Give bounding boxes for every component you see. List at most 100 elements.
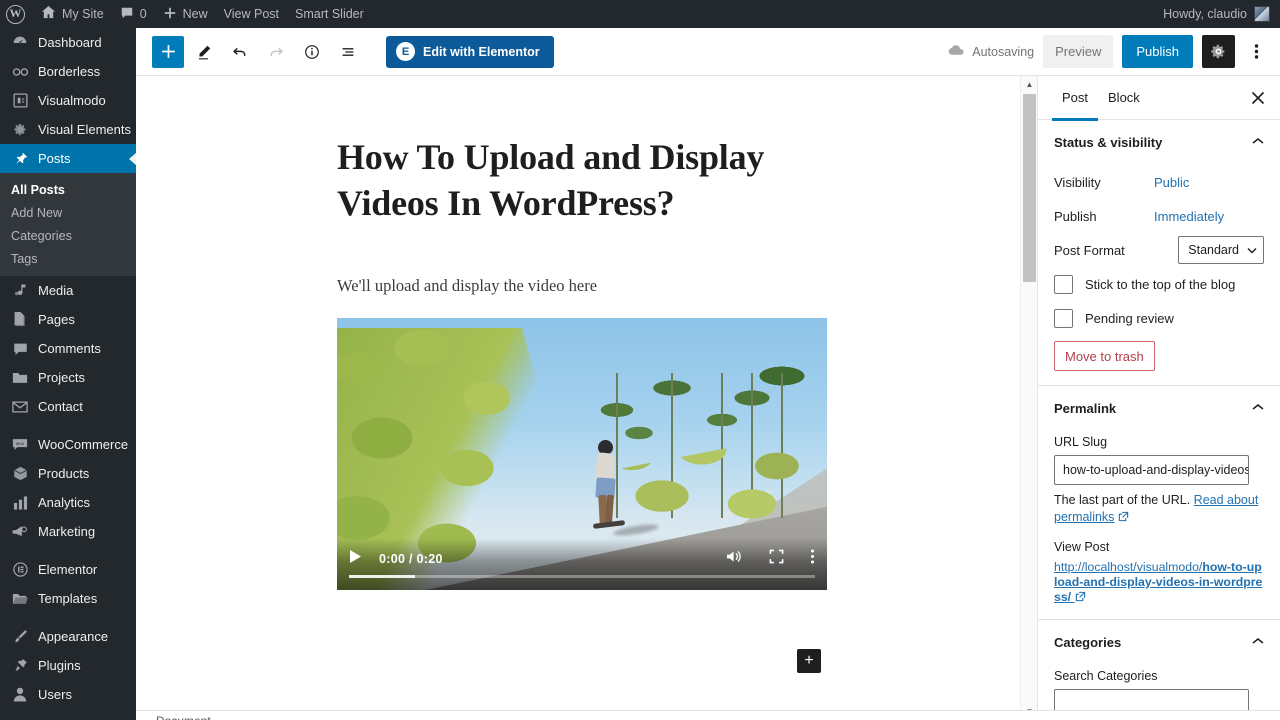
sidebar-item-label: Marketing <box>38 524 96 539</box>
sidebar-item-label: Visualmodo <box>38 93 106 108</box>
sidebar-item-appearance[interactable]: Appearance <box>0 622 136 651</box>
inserter-add-block-button[interactable]: + <box>797 649 821 673</box>
chevron-up-icon[interactable] <box>1252 403 1264 414</box>
publish-button[interactable]: Publish <box>1122 35 1193 68</box>
tab-post[interactable]: Post <box>1052 76 1099 121</box>
submenu-item-all-posts[interactable]: All Posts <box>0 178 136 201</box>
video-progress-track[interactable] <box>349 575 815 578</box>
edit-with-elementor-button[interactable]: E Edit with Elementor <box>386 35 554 68</box>
status-visibility-title: Status & visibility <box>1054 135 1163 150</box>
move-to-trash-button[interactable]: Move to trash <box>1054 341 1155 371</box>
canvas-scroll-thumb[interactable] <box>1023 94 1036 282</box>
sidebar-item-users[interactable]: Users <box>0 680 136 709</box>
sidebar-item-label: Dashboard <box>38 35 102 50</box>
account-menu[interactable]: Howdy, claudio <box>1163 6 1280 22</box>
sidebar-item-woocommerce[interactable]: woo WooCommerce <box>0 430 136 459</box>
sidebar-item-pages[interactable]: Pages <box>0 305 136 334</box>
sidebar-tabs: Post Block <box>1038 76 1280 121</box>
status-visibility-header[interactable]: Status & visibility <box>1054 120 1264 165</box>
sidebar-item-label: Products <box>38 466 90 481</box>
editor-canvas[interactable]: How To Upload and Display Videos In Word… <box>136 76 1037 720</box>
dashboard-icon <box>11 34 29 52</box>
menu-separator <box>0 421 136 430</box>
preview-button[interactable]: Preview <box>1043 35 1114 68</box>
chevron-up-icon[interactable] <box>1252 137 1264 148</box>
sidebar-item-products[interactable]: Products <box>0 459 136 488</box>
submenu-item-categories[interactable]: Categories <box>0 224 136 247</box>
visibility-label: Visibility <box>1054 174 1101 190</box>
sidebar-item-templates[interactable]: Templates <box>0 584 136 613</box>
sidebar-item-media[interactable]: Media <box>0 276 136 305</box>
sidebar-item-elementor[interactable]: Elementor <box>0 555 136 584</box>
admin-sidebar-menu[interactable]: Dashboard Borderless Visualmodo Visual Elem… <box>0 28 136 720</box>
sidebar-item-analytics[interactable]: Analytics <box>0 488 136 517</box>
new-content-menu[interactable]: New <box>155 0 216 28</box>
elementor-icon <box>11 561 29 579</box>
sidebar-item-visualmodo[interactable]: Visualmodo <box>0 86 136 115</box>
pages-icon <box>11 311 29 329</box>
tools-pencil-button[interactable] <box>188 36 220 68</box>
list-view-button[interactable] <box>332 36 364 68</box>
permalink-header[interactable]: Permalink <box>1054 386 1264 431</box>
status-visibility-section: Status & visibility Visibility Public Pu… <box>1038 120 1280 386</box>
post-paragraph[interactable]: We'll upload and display the video here <box>337 276 1037 296</box>
sidebar-item-label: WooCommerce <box>38 437 129 452</box>
toolbar-right-group: Autosaving Preview Publish <box>948 35 1268 68</box>
menu-separator <box>0 613 136 622</box>
view-post-url-link[interactable]: http://localhost/visualmodo/how-to-uploa… <box>1054 560 1264 605</box>
add-block-button[interactable] <box>152 35 184 68</box>
sidebar-item-borderless[interactable]: Borderless <box>0 57 136 86</box>
scroll-up-arrow-icon[interactable]: ▲ <box>1021 76 1038 93</box>
info-circle-button[interactable] <box>296 36 328 68</box>
fullscreen-icon[interactable] <box>769 549 784 569</box>
undo-button[interactable] <box>224 36 256 68</box>
sidebar-item-projects[interactable]: Projects <box>0 363 136 392</box>
categories-title: Categories <box>1054 635 1122 650</box>
wordpress-logo-menu[interactable] <box>0 0 33 28</box>
tab-block[interactable]: Block <box>1098 76 1150 120</box>
video-more-icon[interactable] <box>810 548 815 570</box>
sidebar-item-contact[interactable]: Contact <box>0 392 136 421</box>
publish-value-button[interactable]: Immediately <box>1154 209 1224 224</box>
visibility-value-button[interactable]: Public <box>1154 175 1189 190</box>
play-icon[interactable] <box>349 549 363 569</box>
sidebar-item-marketing[interactable]: Marketing <box>0 517 136 546</box>
smart-slider-menu[interactable]: Smart Slider <box>287 0 372 28</box>
sidebar-item-label: Appearance <box>38 629 109 644</box>
pending-review-checkbox-row[interactable]: Pending review <box>1054 301 1264 335</box>
breadcrumb[interactable]: Document <box>156 711 1280 720</box>
more-options-button[interactable] <box>1244 35 1268 68</box>
sidebar-item-plugins[interactable]: Plugins <box>0 651 136 680</box>
elementor-icon: E <box>396 42 415 61</box>
sidebar-item-comments[interactable]: Comments <box>0 334 136 363</box>
sidebar-item-label: Media <box>38 283 74 298</box>
comments-menu[interactable]: 0 <box>112 0 155 28</box>
chevron-up-icon[interactable] <box>1252 637 1264 648</box>
sidebar-item-posts[interactable]: Posts <box>0 144 136 173</box>
url-slug-input[interactable]: how-to-upload-and-display-videos-in-word… <box>1054 455 1249 485</box>
pin-icon <box>11 150 29 168</box>
visibility-row: Visibility Public <box>1054 165 1264 199</box>
video-controls-row: 0:00 / 0:20 <box>349 548 815 570</box>
submenu-item-add-new[interactable]: Add New <box>0 201 136 224</box>
sidebar-item-visual-elements[interactable]: Visual Elements <box>0 115 136 144</box>
new-label: New <box>182 7 208 21</box>
sidebar-item-dashboard[interactable]: Dashboard <box>0 28 136 57</box>
volume-icon[interactable] <box>726 549 743 569</box>
my-site-menu[interactable]: My Site <box>33 0 112 28</box>
post-format-select[interactable]: Standard <box>1178 236 1264 264</box>
redo-button[interactable] <box>260 36 292 68</box>
sticky-post-checkbox-row[interactable]: Stick to the top of the blog <box>1054 267 1264 301</box>
settings-gear-button[interactable] <box>1202 35 1235 68</box>
view-post-menu[interactable]: View Post <box>216 0 287 28</box>
publish-row: Publish Immediately <box>1054 199 1264 233</box>
video-block[interactable]: 0:00 / 0:20 <box>337 318 827 590</box>
sticky-post-checkbox[interactable] <box>1054 274 1073 294</box>
post-title[interactable]: How To Upload and Display Videos In Word… <box>337 134 837 226</box>
submenu-item-tags[interactable]: Tags <box>0 247 136 270</box>
canvas-scrollbar[interactable]: ▲ ▼ <box>1020 76 1037 720</box>
permalink-help-text: The last part of the URL. Read about per… <box>1054 492 1264 526</box>
close-icon[interactable] <box>1240 80 1276 116</box>
categories-header[interactable]: Categories <box>1054 620 1264 665</box>
pending-review-checkbox[interactable] <box>1054 308 1073 328</box>
